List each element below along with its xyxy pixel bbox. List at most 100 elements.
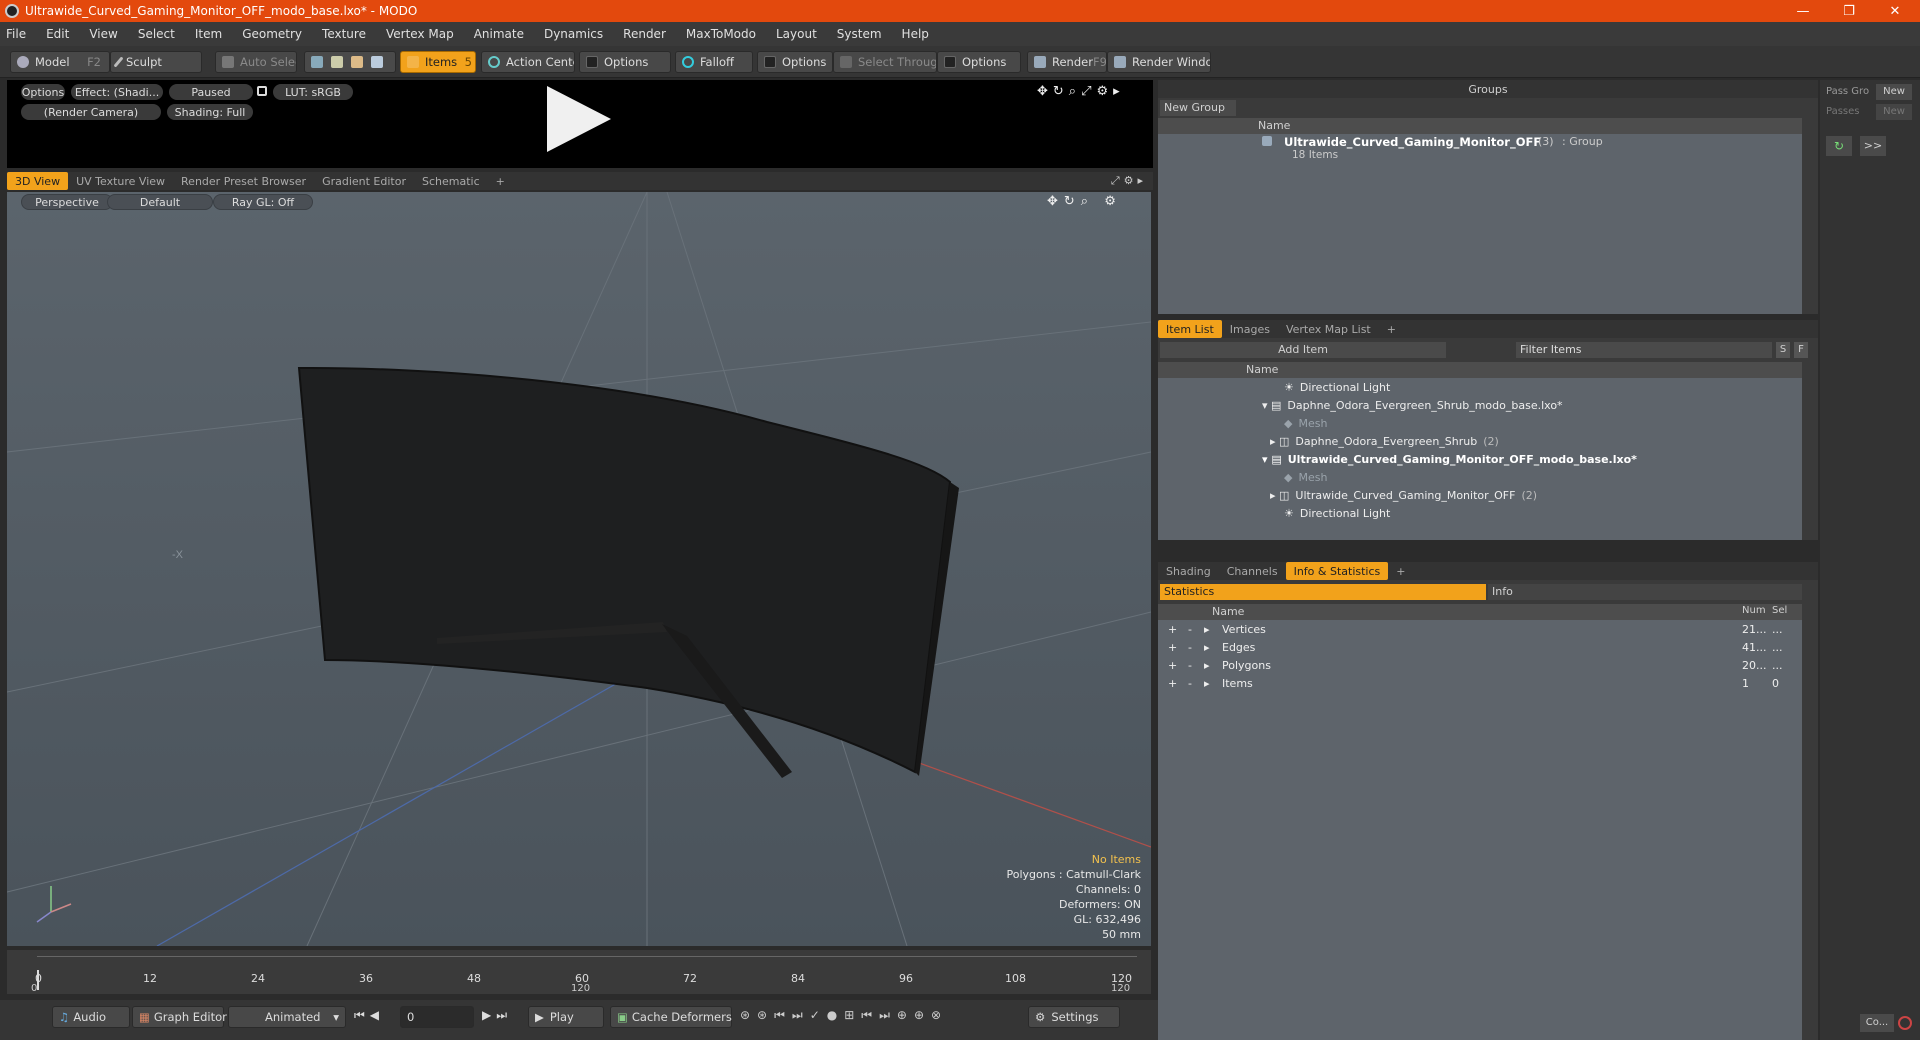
preview-options-button[interactable]: Options [21, 84, 65, 100]
graph-editor-button[interactable]: ▦ Graph Editor [132, 1006, 227, 1028]
auto-select-button[interactable]: Auto Select [215, 51, 297, 73]
shading-dropdown[interactable]: Shading: Full [167, 104, 253, 120]
3d-viewport[interactable]: Perspective Default Ray GL: Off ✥↻⌕ ⚙ -X… [7, 192, 1151, 946]
render-window-button[interactable]: Render Window [1107, 51, 1211, 73]
menu-item[interactable]: Item [195, 27, 222, 41]
items-mode-button[interactable]: Items 5 [400, 51, 476, 73]
expand-icon[interactable]: ▸ [1204, 623, 1210, 636]
edges-mode-icon[interactable] [331, 56, 343, 68]
new-pass-button[interactable]: New [1876, 104, 1912, 120]
tab-shading[interactable]: Shading [1158, 562, 1219, 580]
list-item[interactable]: ▾ ▤ Daphne_Odora_Evergreen_Shrub_modo_bas… [1262, 396, 1563, 414]
list-item[interactable]: ▸ ◫ Ultrawide_Curved_Gaming_Monitor_OFF (2… [1270, 486, 1537, 504]
tab-item-list[interactable]: Item List [1158, 320, 1222, 338]
record-icon[interactable] [1898, 1016, 1912, 1030]
f-toggle[interactable]: F [1794, 342, 1808, 358]
animated-dropdown[interactable]: Animated ▾ [228, 1006, 346, 1028]
view-panel-controls-icon[interactable]: ⤢⚙▸ [1111, 174, 1147, 188]
skip-controls-icon[interactable]: ⏮◀ [354, 1008, 384, 1023]
add-item-button[interactable]: Add Item [1160, 342, 1446, 358]
tab-info-statistics[interactable]: Info & Statistics [1285, 562, 1389, 580]
tab-vertex-map-list[interactable]: Vertex Map List [1278, 320, 1379, 338]
list-item[interactable]: ▸ ◫ Daphne_Odora_Evergreen_Shrub (2) [1270, 432, 1499, 450]
expand-icon[interactable]: ▸ [1204, 641, 1210, 654]
menu-texture[interactable]: Texture [322, 27, 366, 41]
table-row[interactable]: + - ▸ Polygons 20...... [1158, 656, 1802, 674]
menu-render[interactable]: Render [623, 27, 666, 41]
tab-schematic[interactable]: Schematic [414, 172, 488, 190]
render-preview[interactable]: Options Effect: (Shadi... Paused LUT: sR… [7, 80, 1153, 168]
select-through-button[interactable]: Select Through [833, 51, 937, 73]
monitor-model[interactable] [297, 366, 959, 778]
statistics-tab[interactable]: Statistics [1160, 584, 1486, 600]
selection-mode-buttons[interactable] [304, 51, 396, 73]
table-row[interactable]: + - ▸ Vertices 21...... [1158, 620, 1802, 638]
current-frame-input[interactable]: 0 [400, 1006, 474, 1028]
group-name[interactable]: Ultrawide_Curved_Gaming_Monitor_OFF [1284, 135, 1541, 149]
settings-button[interactable]: ⚙ Settings [1028, 1006, 1120, 1028]
menu-maxtomodo[interactable]: MaxToModo [686, 27, 756, 41]
s-toggle[interactable]: S [1776, 342, 1790, 358]
sculpt-button[interactable]: Sculpt [110, 51, 202, 73]
list-item[interactable]: ◆ Mesh [1284, 468, 1327, 486]
menu-file[interactable]: File [6, 27, 26, 41]
menu-animate[interactable]: Animate [474, 27, 524, 41]
effect-dropdown[interactable]: Effect: (Shadi... [71, 84, 163, 100]
camera-dropdown[interactable]: (Render Camera) [21, 104, 161, 120]
tab-images[interactable]: Images [1222, 320, 1278, 338]
menu-view[interactable]: View [89, 27, 117, 41]
menu-system[interactable]: System [837, 27, 882, 41]
expand-icon[interactable]: ▸ [1204, 677, 1210, 690]
tab-uv-texture-view[interactable]: UV Texture View [68, 172, 173, 190]
filter-items-input[interactable]: Filter Items [1516, 342, 1772, 358]
scene-canvas[interactable]: -X [7, 192, 1151, 946]
list-item[interactable]: ▾ ▤ Ultrawide_Curved_Gaming_Monitor_OFF_m… [1262, 450, 1637, 468]
new-group-button[interactable]: New Group [1160, 100, 1236, 116]
co-button[interactable]: Co... [1860, 1014, 1894, 1032]
action-center-button[interactable]: Action Center [481, 51, 575, 73]
cache-deformers-button[interactable]: ▣ Cache Deformers [610, 1006, 732, 1028]
add-tab-button[interactable]: + [1388, 562, 1413, 580]
menu-edit[interactable]: Edit [46, 27, 69, 41]
tab-3d-view[interactable]: 3D View [7, 172, 69, 190]
list-item[interactable]: ☀ Directional Light [1284, 504, 1390, 522]
model-button[interactable]: Model F2 [10, 51, 110, 73]
menu-select[interactable]: Select [138, 27, 175, 41]
list-item[interactable]: ☀ Directional Light [1284, 378, 1390, 396]
menu-dynamics[interactable]: Dynamics [544, 27, 603, 41]
menu-layout[interactable]: Layout [776, 27, 817, 41]
falloff-button[interactable]: Falloff [675, 51, 753, 73]
add-tab-button[interactable]: + [488, 172, 513, 190]
lock-icon[interactable] [257, 86, 267, 96]
list-item[interactable]: ◆ Mesh [1284, 414, 1327, 432]
tab-channels[interactable]: Channels [1219, 562, 1286, 580]
forward-controls-icon[interactable]: ▶⏭ [482, 1008, 512, 1023]
key-controls-icons[interactable]: ⊛⊛⏮⏭✓●⊞⏮⏭⊕⊕⊗ [740, 1008, 948, 1023]
minimize-button[interactable]: — [1780, 0, 1826, 22]
menu-help[interactable]: Help [902, 27, 929, 41]
vertices-mode-icon[interactable] [311, 56, 323, 68]
table-row[interactable]: + - ▸ Edges 41...... [1158, 638, 1802, 656]
add-tab-button[interactable]: + [1379, 320, 1404, 338]
expand-arrows-button[interactable]: >> [1860, 136, 1886, 156]
tab-gradient-editor[interactable]: Gradient Editor [314, 172, 414, 190]
audio-button[interactable]: ♫ Audio [52, 1006, 130, 1028]
action-center-options-button[interactable]: Options [579, 51, 671, 73]
falloff-options-button[interactable]: Options [757, 51, 833, 73]
materials-mode-icon[interactable] [371, 56, 383, 68]
expand-icon[interactable]: ▸ [1204, 659, 1210, 672]
select-through-options-button[interactable]: Options [937, 51, 1021, 73]
preview-nav-icons[interactable]: ✥↻⌕⤢⚙▸ [1037, 84, 1125, 99]
maximize-button[interactable]: ❐ [1826, 0, 1872, 22]
menu-vertex-map[interactable]: Vertex Map [386, 27, 454, 41]
menu-geometry[interactable]: Geometry [242, 27, 302, 41]
tab-render-preset-browser[interactable]: Render Preset Browser [173, 172, 314, 190]
refresh-icon[interactable]: ↻ [1826, 136, 1852, 156]
play-preview-icon[interactable] [547, 86, 611, 152]
timeline[interactable]: 0 12 24 36 48 60 72 84 96 108 120 0 120 … [7, 950, 1151, 994]
info-tab[interactable]: Info [1488, 584, 1802, 600]
new-pass-group-button[interactable]: New [1876, 84, 1912, 100]
lut-dropdown[interactable]: LUT: sRGB [273, 84, 353, 100]
close-button[interactable]: ✕ [1872, 0, 1918, 22]
table-row[interactable]: + - ▸ Items 1 0 [1158, 674, 1802, 692]
